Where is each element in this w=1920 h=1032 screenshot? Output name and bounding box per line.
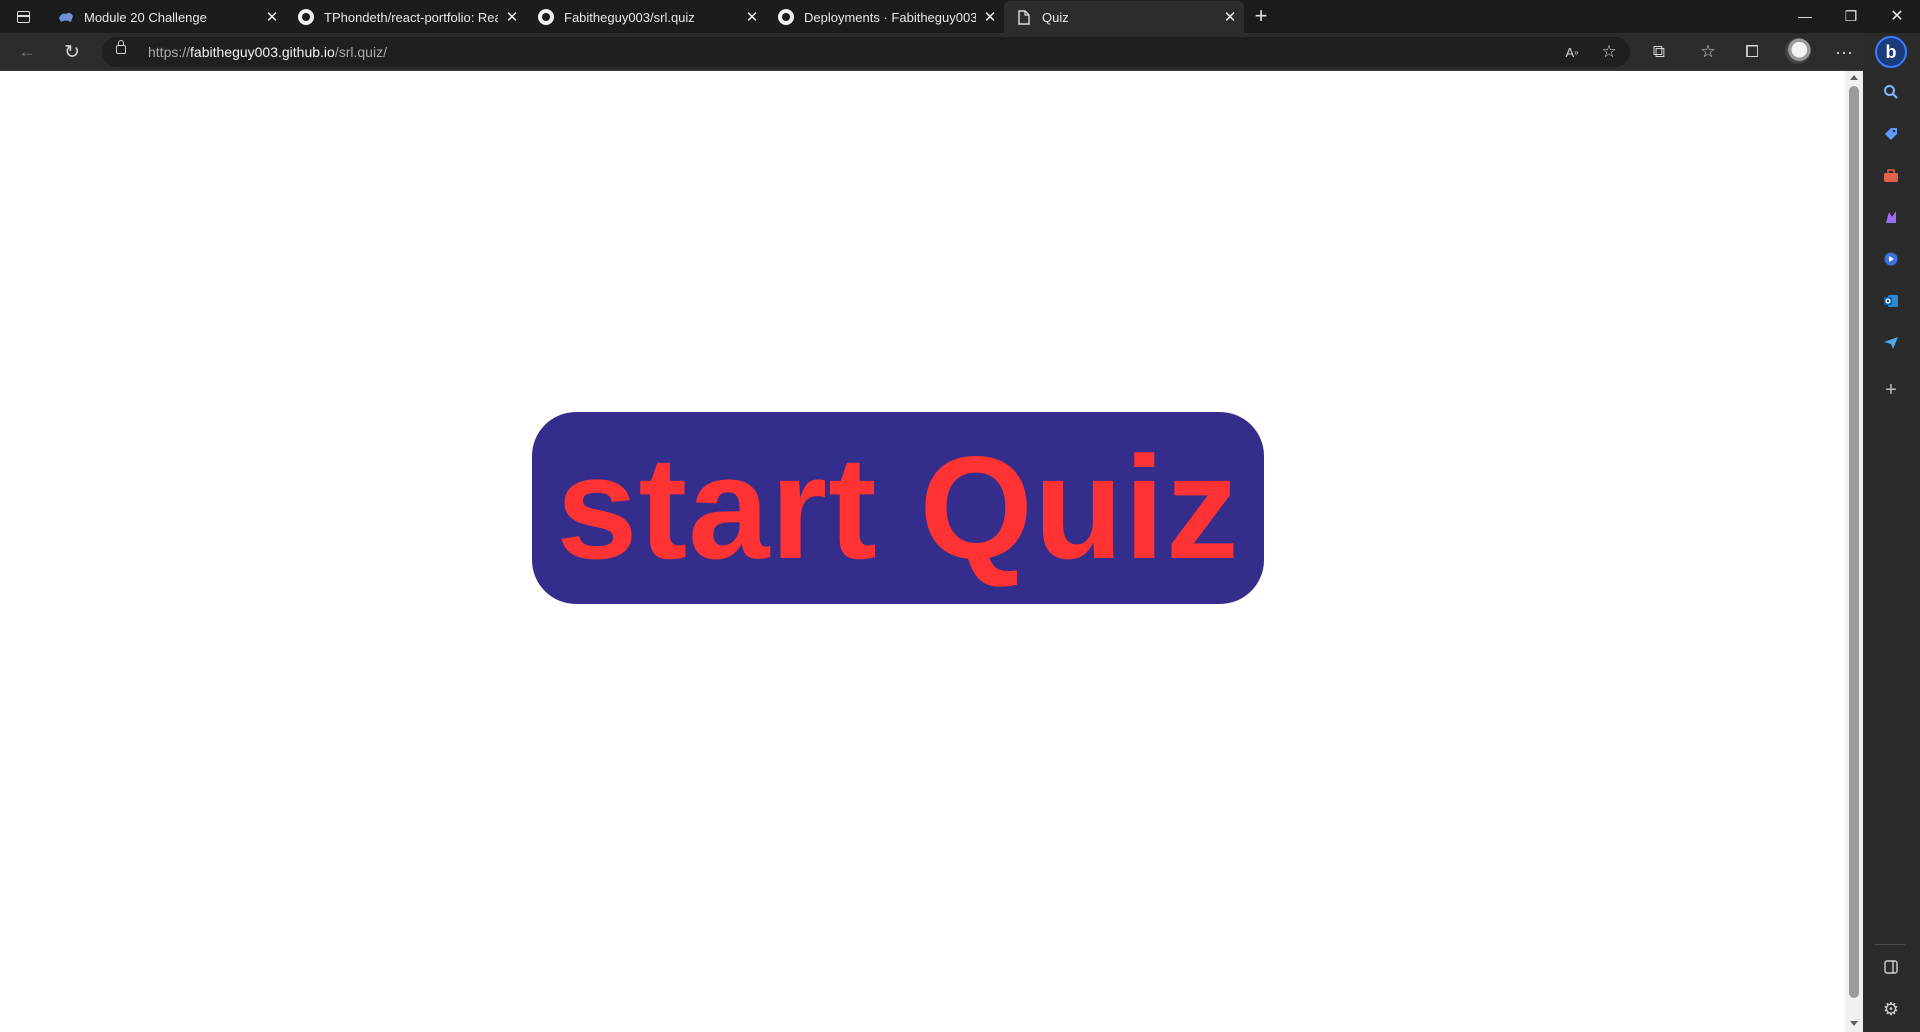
tab-actions-button[interactable] — [8, 4, 38, 30]
refresh-icon[interactable]: ↻ — [57, 37, 87, 67]
tag-icon[interactable] — [1877, 120, 1905, 148]
outlook-icon[interactable] — [1877, 287, 1905, 315]
github-icon — [538, 9, 554, 25]
tab-react-portfolio[interactable]: TPhondeth/react-portfolio: React ✕ — [286, 1, 526, 33]
restore-button[interactable]: ❐ — [1828, 0, 1874, 32]
tab-actions-icon — [16, 11, 30, 23]
tab-title: Quiz — [1042, 9, 1069, 25]
close-icon[interactable]: ✕ — [1216, 3, 1244, 31]
url-text[interactable]: https://fabitheguy003.github.io/srl.quiz… — [148, 44, 387, 60]
read-aloud-icon[interactable]: A» — [1557, 37, 1587, 67]
games-icon[interactable] — [1877, 203, 1905, 231]
edu-icon — [58, 9, 74, 25]
add-favorite-icon[interactable]: ☆ — [1594, 37, 1624, 67]
tab-srl-quiz-repo[interactable]: Fabitheguy003/srl.quiz ✕ — [526, 1, 766, 33]
scrollbar-thumb[interactable] — [1849, 86, 1859, 998]
new-tab-button[interactable]: + — [1248, 4, 1274, 30]
close-window-button[interactable]: ✕ — [1874, 0, 1920, 32]
close-icon[interactable]: ✕ — [258, 3, 286, 31]
tab-title: Module 20 Challenge — [84, 9, 207, 25]
minimize-button[interactable]: — — [1782, 0, 1828, 32]
page-icon — [1016, 9, 1032, 25]
tab-quiz[interactable]: Quiz ✕ — [1004, 1, 1244, 33]
lock-icon[interactable] — [116, 40, 126, 54]
url-path: /srl.quiz/ — [334, 44, 387, 60]
favorites-icon[interactable]: ☆ — [1693, 37, 1723, 67]
address-bar[interactable]: https://fabitheguy003.github.io/srl.quiz… — [102, 37, 1630, 67]
tab-strip: Module 20 Challenge ✕ TPhondeth/react-po… — [0, 0, 1920, 33]
search-icon[interactable] — [1877, 78, 1905, 106]
settings-icon[interactable]: ⚙ — [1877, 995, 1905, 1023]
send-icon[interactable] — [1877, 329, 1905, 357]
tab-module-20-challenge[interactable]: Module 20 Challenge ✕ — [46, 1, 286, 33]
url-scheme: https:// — [148, 44, 191, 60]
profile-avatar[interactable] — [1785, 38, 1811, 64]
scroll-up-arrow-icon[interactable] — [1850, 75, 1858, 80]
add-icon[interactable]: + — [1877, 376, 1905, 404]
copilot-bing-icon[interactable]: b — [1875, 36, 1907, 68]
tab-title: Deployments · Fabitheguy003/srl — [804, 9, 976, 25]
tab-title: TPhondeth/react-portfolio: React — [324, 9, 498, 25]
browser-toolbar: ← ↻ https://fabitheguy003.github.io/srl.… — [0, 33, 1880, 71]
sidebar-toggle-icon[interactable] — [1877, 953, 1905, 981]
tab-title: Fabitheguy003/srl.quiz — [564, 9, 695, 25]
more-menu-icon[interactable]: ··· — [1829, 37, 1859, 67]
start-quiz-button[interactable]: start Quiz — [532, 412, 1264, 604]
close-icon[interactable]: ✕ — [738, 3, 766, 31]
scroll-down-arrow-icon[interactable] — [1850, 1021, 1858, 1026]
tab-deployments[interactable]: Deployments · Fabitheguy003/srl ✕ — [766, 1, 1004, 33]
sidebar-divider — [1875, 944, 1905, 945]
extensions-icon[interactable]: ⧉ — [1644, 37, 1674, 67]
close-icon[interactable]: ✕ — [498, 3, 526, 31]
toolbox-icon[interactable] — [1877, 162, 1905, 190]
github-icon — [298, 9, 314, 25]
url-host: fabitheguy003.github.io — [190, 44, 335, 60]
copilot-icon[interactable] — [1877, 245, 1905, 273]
close-icon[interactable]: ✕ — [976, 3, 1004, 31]
back-icon[interactable]: ← — [12, 37, 42, 67]
github-icon — [778, 9, 794, 25]
collections-icon[interactable]: ⧠ — [1737, 37, 1767, 67]
